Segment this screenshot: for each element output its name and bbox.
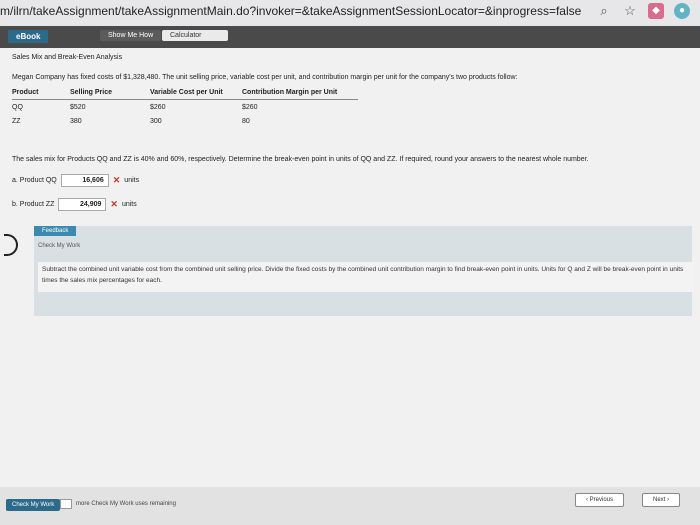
table-cell: ZZ — [12, 118, 21, 125]
star-icon[interactable]: ☆ — [622, 3, 638, 19]
search-icon[interactable]: ⌕ — [596, 3, 612, 19]
feedback-panel: Feedback Check My Work Subtract the comb… — [34, 226, 694, 316]
next-label: Next — [652, 497, 666, 503]
table-cell: $260 — [242, 104, 258, 111]
previous-label: Previous — [589, 497, 613, 503]
table-header: Contribution Margin per Unit — [242, 86, 358, 100]
sales-mix-text: The sales mix for Products QQ and ZZ is … — [12, 156, 589, 163]
answer-b-input[interactable]: 24,909 — [58, 198, 107, 211]
table-header: Variable Cost per Unit — [150, 86, 242, 100]
toolbar: eBook Show Me How Calculator — [0, 26, 700, 48]
answer-row-a: a. Product QQ 16,606 ✕ units — [12, 174, 139, 187]
table-cell: QQ — [12, 104, 23, 111]
table-cell: 80 — [242, 118, 250, 125]
show-me-how-button[interactable]: Show Me How — [100, 30, 162, 41]
product-table: Product Selling Price Variable Cost per … — [12, 86, 358, 128]
extension-icon[interactable]: ◆ — [648, 3, 664, 19]
address-bar-icons: ⌕ ☆ ◆ ● — [596, 3, 690, 19]
url-text[interactable]: m/ilrn/takeAssignment/takeAssignmentMain… — [0, 4, 581, 18]
browser-address-bar: m/ilrn/takeAssignment/takeAssignmentMain… — [0, 0, 700, 26]
chevron-right-icon: › — [665, 497, 669, 503]
bottom-bar: Check My Work more Check My Work uses re… — [0, 487, 700, 525]
remaining-text: more Check My Work uses remaining — [76, 501, 176, 507]
incorrect-icon: ✕ — [110, 199, 118, 209]
answer-row-b: b. Product ZZ 24,909 ✕ units — [12, 198, 137, 211]
table-header: Selling Price — [70, 86, 150, 100]
table-cell: $260 — [150, 104, 166, 111]
feedback-subtitle: Check My Work — [38, 243, 81, 249]
calculator-button[interactable]: Calculator — [162, 30, 228, 41]
answer-a-unit: units — [124, 177, 140, 184]
ebook-button[interactable]: eBook — [8, 30, 49, 43]
table-row: ZZ 380 300 80 — [12, 114, 358, 128]
assignment-page: eBook Show Me How Calculator Sales Mix a… — [0, 26, 700, 525]
table-cell: $520 — [70, 104, 86, 111]
remaining-count-box — [60, 499, 72, 509]
check-my-work-button[interactable]: Check My Work — [6, 499, 61, 511]
incorrect-icon: ✕ — [112, 175, 121, 185]
answer-a-input[interactable]: 16,606 — [60, 174, 109, 187]
extension-icon[interactable]: ● — [674, 3, 690, 19]
feedback-arrow-icon — [4, 234, 18, 256]
answer-b-unit: units — [121, 201, 137, 208]
table-row: QQ $520 $260 $260 — [12, 100, 358, 115]
table-header: Product — [12, 86, 70, 100]
feedback-tab[interactable]: Feedback — [34, 226, 77, 236]
answer-b-label: b. Product ZZ — [12, 201, 55, 208]
previous-button[interactable]: ‹ Previous — [574, 493, 624, 507]
table-cell: 300 — [150, 118, 162, 125]
remaining-uses: more Check My Work uses remaining — [60, 499, 176, 509]
next-button[interactable]: Next › — [641, 493, 680, 507]
problem-intro: Megan Company has fixed costs of $1,328,… — [12, 74, 518, 81]
problem-heading: Sales Mix and Break-Even Analysis — [12, 54, 123, 61]
answer-a-label: a. Product QQ — [12, 177, 57, 184]
table-cell: 380 — [70, 118, 82, 125]
feedback-body: Subtract the combined unit variable cost… — [38, 262, 694, 292]
